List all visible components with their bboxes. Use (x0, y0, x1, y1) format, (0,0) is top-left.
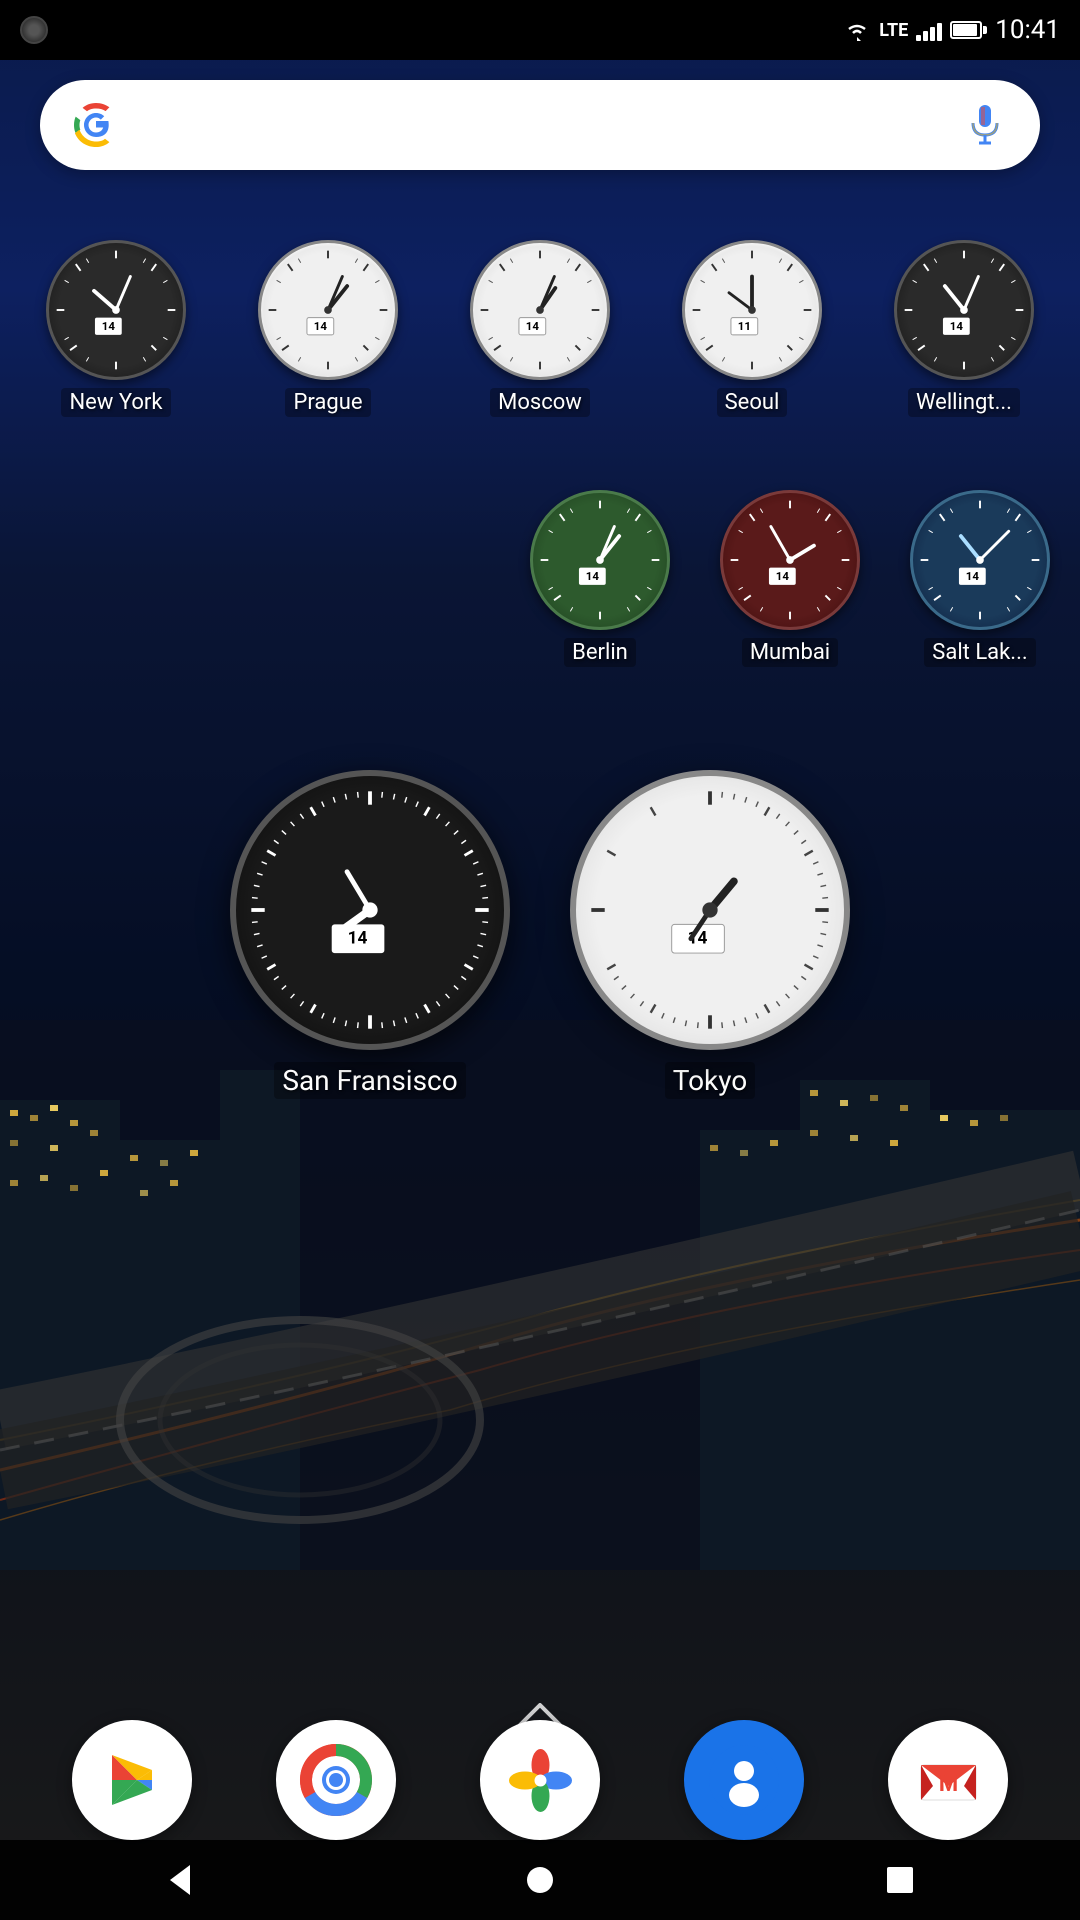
clock-label-seoul: Seoul (717, 388, 788, 417)
clock-label-mumbai: Mumbai (742, 638, 838, 667)
clock-label-prague: Prague (285, 388, 370, 417)
recents-icon (885, 1865, 915, 1895)
search-bar[interactable] (40, 80, 1040, 170)
svg-text:14: 14 (776, 569, 790, 583)
clocks-row-1: 14 New York (0, 240, 1080, 417)
home-icon (525, 1865, 555, 1895)
camera-indicator (20, 16, 48, 44)
clocks-row-2: 14 Berlin (0, 490, 1080, 667)
clock-label-san-fransisco: San Fransisco (274, 1062, 465, 1099)
svg-text:11: 11 (738, 319, 751, 333)
clock-saltlake[interactable]: 14 Salt Lak... (900, 490, 1060, 667)
signal-bars (916, 19, 942, 41)
clock-tokyo[interactable]: 14 Tokyo (570, 770, 850, 1099)
search-input[interactable] (137, 80, 960, 170)
battery-icon (950, 21, 987, 39)
clock-label-saltlake: Salt Lak... (924, 638, 1035, 667)
back-icon (160, 1860, 200, 1900)
svg-text:14: 14 (586, 569, 600, 583)
clock-face-svg: 11 (685, 243, 819, 377)
home-button[interactable] (500, 1840, 580, 1920)
clock-mumbai[interactable]: 14 Mumbai (710, 490, 870, 667)
clock-face-svg: 14 (533, 493, 667, 627)
svg-text:14: 14 (314, 319, 328, 333)
dock: M (0, 1720, 1080, 1840)
status-bar: LTE 10:41 (0, 0, 1080, 60)
clock-wellington[interactable]: 14 Wellingt... (884, 240, 1044, 417)
microphone-icon (967, 103, 1003, 147)
navigation-bar (0, 1840, 1080, 1920)
clock-face-svg: 14 (897, 243, 1031, 377)
svg-text:14: 14 (966, 569, 980, 583)
clock-face-svg: 14 (261, 243, 395, 377)
clock-label-berlin: Berlin (564, 638, 636, 667)
back-button[interactable] (140, 1840, 220, 1920)
svg-text:14: 14 (526, 319, 540, 333)
play-store-logo (97, 1745, 167, 1815)
clock-new-york[interactable]: 14 New York (36, 240, 196, 417)
clock-face-svg: 14 (723, 493, 857, 627)
photos-icon[interactable] (480, 1720, 600, 1840)
svg-text:14: 14 (950, 319, 964, 333)
play-store-icon[interactable] (72, 1720, 192, 1840)
clock-label-new-york: New York (61, 388, 170, 417)
clock-label-tokyo: Tokyo (665, 1062, 756, 1099)
recents-button[interactable] (860, 1840, 940, 1920)
svg-text:M: M (938, 1772, 957, 1797)
clock-moscow[interactable]: 14 Moscow (460, 240, 620, 417)
clock-label-moscow: Moscow (490, 388, 590, 417)
status-time: 10:41 (995, 15, 1060, 45)
clock-berlin[interactable]: 14 Berlin (520, 490, 680, 667)
large-clock-svg: 14 (236, 776, 504, 1044)
contacts-icon[interactable] (684, 1720, 804, 1840)
clock-prague[interactable]: 14 Prague (248, 240, 408, 417)
clock-face-svg: 14 (49, 243, 183, 377)
contacts-logo (709, 1745, 779, 1815)
gmail-icon[interactable]: M (888, 1720, 1008, 1840)
gmail-logo: M (911, 1743, 986, 1818)
svg-text:14: 14 (348, 929, 368, 949)
mic-icon[interactable] (960, 100, 1010, 150)
chrome-icon[interactable] (276, 1720, 396, 1840)
large-clocks: 14 San Fransisco (0, 770, 1080, 1099)
chrome-logo (296, 1740, 376, 1820)
svg-text:14: 14 (102, 319, 116, 333)
clock-face-svg: 14 (913, 493, 1047, 627)
status-right: LTE 10:41 (843, 15, 1060, 45)
status-left (20, 16, 48, 44)
large-clock-svg-tokyo: 14 (576, 776, 844, 1044)
wifi-icon (843, 19, 871, 41)
photos-logo (503, 1743, 578, 1818)
clock-face-svg: 14 (473, 243, 607, 377)
clock-label-wellington: Wellingt... (908, 388, 1020, 417)
clock-seoul[interactable]: 11 Seoul (672, 240, 832, 417)
google-logo (70, 99, 122, 151)
lte-label: LTE (879, 20, 908, 41)
clock-san-fransisco[interactable]: 14 San Fransisco (230, 770, 510, 1099)
